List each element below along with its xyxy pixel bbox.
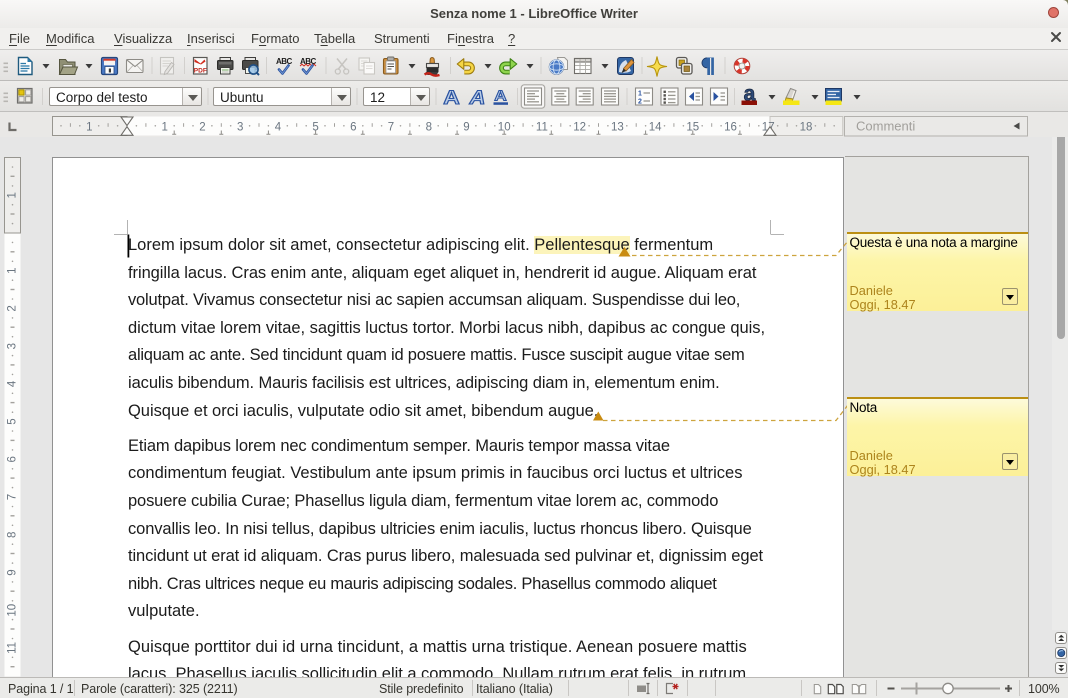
- svg-text:8: 8: [426, 122, 432, 134]
- svg-text:18: 18: [800, 122, 813, 134]
- svg-text:12: 12: [573, 122, 586, 134]
- svg-text:2: 2: [199, 122, 205, 134]
- svg-text:4: 4: [275, 122, 282, 134]
- svg-text:1: 1: [86, 122, 92, 134]
- svg-text:16: 16: [724, 122, 737, 134]
- svg-text:14: 14: [649, 122, 662, 134]
- svg-text:13: 13: [611, 122, 624, 134]
- svg-text:1: 1: [161, 122, 167, 134]
- svg-text:3: 3: [237, 122, 243, 134]
- svg-text:Commenti: Commenti: [856, 119, 915, 134]
- svg-text:7: 7: [388, 122, 394, 134]
- svg-text:6: 6: [350, 122, 356, 134]
- svg-text:9: 9: [463, 122, 469, 134]
- svg-text:11: 11: [536, 122, 548, 134]
